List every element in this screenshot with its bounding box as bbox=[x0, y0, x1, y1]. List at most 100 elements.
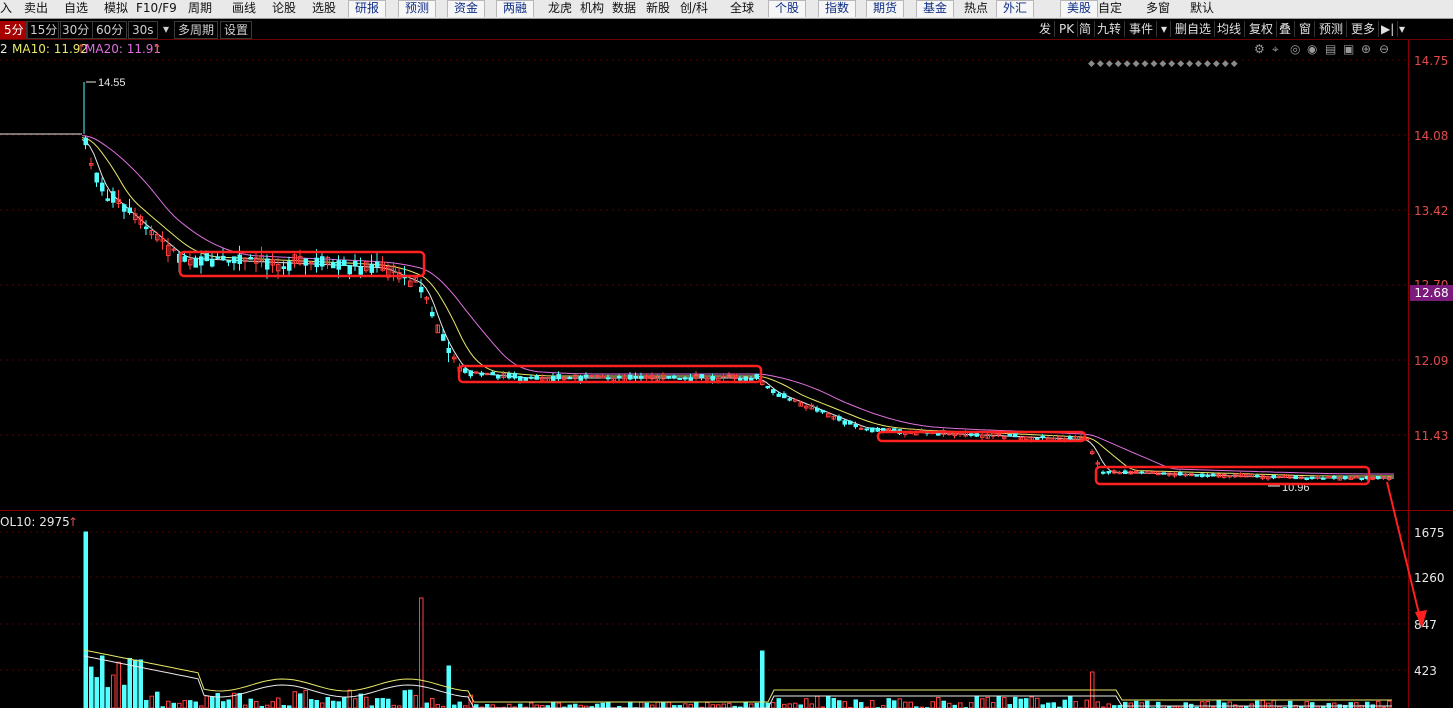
candle-body bbox=[1211, 473, 1216, 477]
volume-bar bbox=[892, 700, 897, 708]
candle-body bbox=[1013, 433, 1018, 438]
volume-bar bbox=[842, 701, 847, 708]
volume-bar bbox=[1018, 698, 1023, 708]
candle-body bbox=[1106, 470, 1111, 474]
volume-bar bbox=[1288, 700, 1293, 708]
volume-bar bbox=[628, 701, 633, 708]
candle-body bbox=[479, 372, 484, 376]
volume-bar bbox=[809, 703, 814, 708]
candle-body bbox=[83, 137, 88, 146]
volume-bar bbox=[1095, 701, 1100, 708]
volume-bar bbox=[336, 701, 341, 708]
candle-body bbox=[182, 256, 187, 262]
candle-body bbox=[94, 172, 99, 183]
candle-body bbox=[815, 407, 820, 412]
volume-bar bbox=[941, 700, 946, 708]
candle-body bbox=[776, 393, 781, 397]
volume-bar bbox=[1013, 696, 1018, 708]
volume-bar bbox=[1106, 703, 1111, 708]
volume-bar bbox=[402, 690, 407, 708]
volume-bar bbox=[1304, 701, 1309, 708]
candle-body bbox=[221, 255, 226, 261]
volume-bar bbox=[331, 700, 336, 708]
candle-body bbox=[127, 207, 132, 214]
candle-body bbox=[974, 432, 979, 437]
volume-bar bbox=[804, 698, 809, 708]
candle-body bbox=[820, 410, 825, 413]
volume-bar bbox=[298, 693, 303, 708]
volume-bar bbox=[771, 701, 776, 708]
candle-body bbox=[1205, 474, 1210, 477]
volume-bar bbox=[144, 699, 149, 708]
candle-body bbox=[969, 433, 974, 436]
volume-bar bbox=[556, 702, 561, 708]
volume-bar bbox=[1271, 699, 1276, 708]
volume-bar bbox=[754, 702, 759, 708]
volume-bar bbox=[947, 702, 952, 708]
volume-bar bbox=[683, 703, 688, 708]
volume-bar bbox=[325, 697, 330, 708]
volume-bar bbox=[1227, 701, 1232, 708]
volume-bar bbox=[1046, 702, 1051, 708]
volume-bar bbox=[1216, 700, 1221, 708]
volume-bar bbox=[188, 700, 193, 708]
volume-bar bbox=[237, 693, 242, 708]
kline-chart[interactable]: 14.5510.96 bbox=[0, 0, 1453, 708]
volume-bar bbox=[831, 697, 836, 708]
candle-body bbox=[1161, 472, 1166, 475]
candle-body bbox=[782, 393, 787, 399]
volume-bar bbox=[793, 702, 798, 708]
candle-body bbox=[518, 376, 523, 382]
candle-body bbox=[375, 261, 380, 267]
candle-body bbox=[1178, 472, 1183, 476]
candle-body bbox=[1271, 475, 1276, 479]
candle-body bbox=[551, 375, 556, 382]
volume-bar bbox=[886, 698, 891, 708]
volume-bar bbox=[347, 689, 352, 708]
candle-body bbox=[193, 257, 198, 268]
volume-bar bbox=[1128, 702, 1133, 708]
volume-ma5-line bbox=[83, 649, 1392, 703]
volume-bar bbox=[111, 674, 116, 708]
volume-bar bbox=[551, 701, 556, 708]
candle-body bbox=[765, 385, 770, 389]
volume-bar bbox=[991, 702, 996, 708]
volume-bar bbox=[595, 703, 600, 708]
candle-body bbox=[567, 376, 572, 380]
volume-bar bbox=[386, 698, 391, 708]
candle-body bbox=[1359, 477, 1364, 481]
candle-body bbox=[1194, 474, 1199, 477]
candle-body bbox=[1123, 470, 1128, 475]
volume-bar bbox=[600, 702, 605, 708]
volume-bar bbox=[980, 698, 985, 708]
candle-body bbox=[606, 377, 611, 380]
volume-bar bbox=[1376, 700, 1381, 708]
volume-bar bbox=[1200, 701, 1205, 708]
candle-body bbox=[441, 334, 446, 341]
volume-bar bbox=[727, 702, 732, 708]
candle-body bbox=[1068, 436, 1073, 440]
volume-bar bbox=[908, 701, 913, 708]
volume-bar bbox=[215, 693, 220, 708]
volume-bar bbox=[1183, 702, 1188, 708]
volume-bar bbox=[94, 677, 99, 708]
volume-bar bbox=[870, 700, 875, 708]
candle-body bbox=[754, 374, 759, 379]
candle-body bbox=[446, 347, 451, 354]
candle-body bbox=[749, 377, 754, 381]
volume-bar bbox=[485, 703, 490, 708]
volume-bar bbox=[226, 699, 231, 708]
volume-bar bbox=[309, 699, 314, 708]
volume-bar bbox=[193, 701, 198, 708]
candle-body bbox=[853, 423, 858, 428]
volume-bar bbox=[958, 702, 963, 708]
volume-bar bbox=[859, 702, 864, 708]
volume-bar bbox=[320, 702, 325, 708]
volume-bar bbox=[133, 659, 138, 708]
candle-body bbox=[617, 376, 622, 379]
volume-bar bbox=[89, 666, 94, 708]
volume-bar bbox=[1354, 702, 1359, 708]
volume-bar bbox=[985, 696, 990, 708]
volume-bar bbox=[314, 699, 319, 708]
candle-body bbox=[710, 375, 715, 381]
